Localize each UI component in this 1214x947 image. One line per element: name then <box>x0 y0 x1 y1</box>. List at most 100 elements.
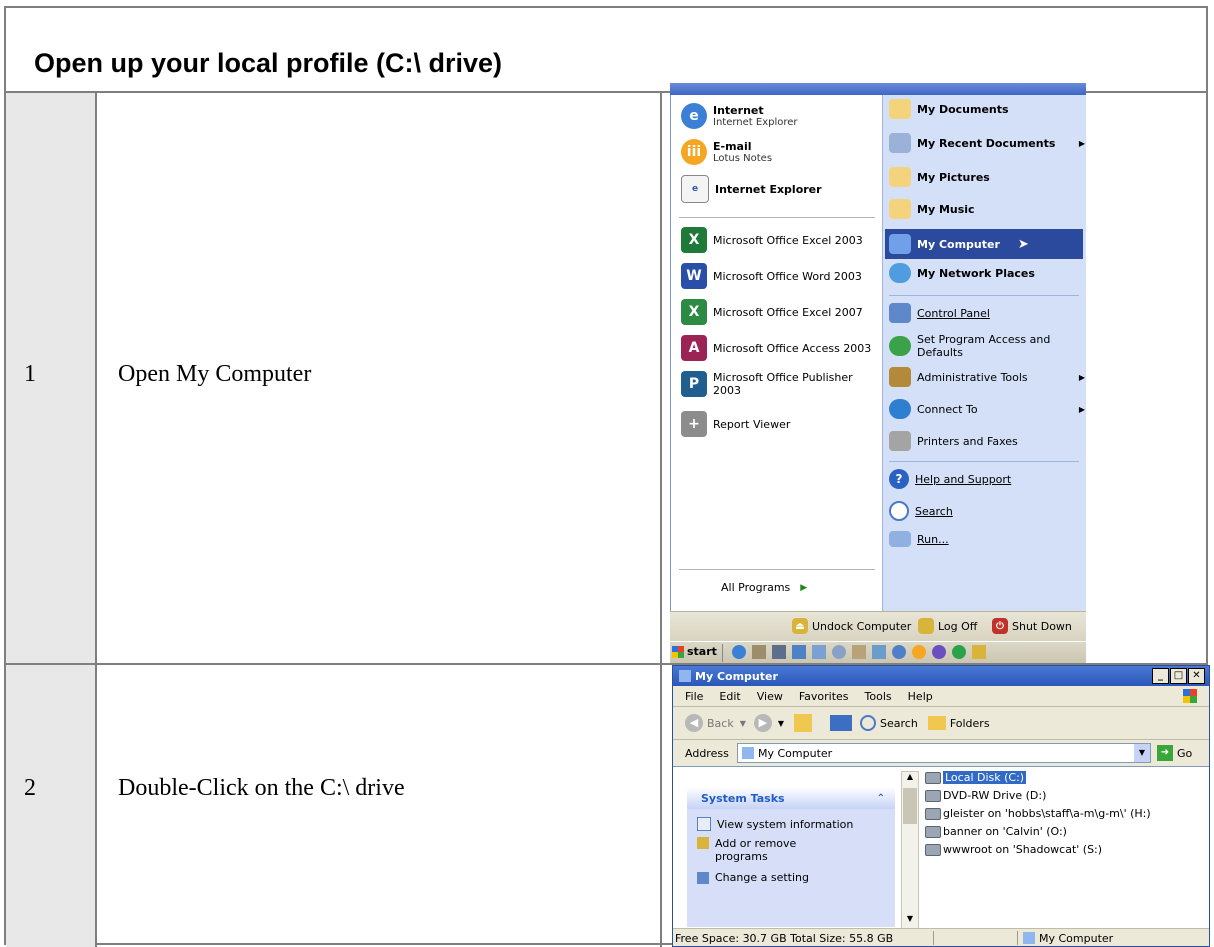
go-button[interactable]: ➜ Go <box>1157 745 1192 761</box>
pinned-internet[interactable]: e Internet Internet Explorer <box>681 103 798 129</box>
dropdown-arrow-icon[interactable]: ▼ <box>1134 744 1150 762</box>
menu-view[interactable]: View <box>757 690 783 703</box>
menu-control-panel[interactable]: Control Panel <box>889 303 990 323</box>
quick-launch-icon[interactable] <box>912 645 926 659</box>
quick-launch-icon[interactable] <box>872 645 886 659</box>
drive-network-h[interactable]: gleister on 'hobbs\staff\a-m\g-m\' (H:) <box>925 807 1151 820</box>
menu-set-program-access[interactable]: Set Program Access and Defaults <box>889 333 1079 359</box>
views-icon[interactable] <box>830 715 853 731</box>
task-change-setting[interactable]: Change a setting <box>697 871 809 884</box>
menu-my-computer[interactable]: My Computer ➤ <box>885 229 1083 259</box>
admin-tools-icon <box>889 367 911 387</box>
folder-icon <box>927 716 946 730</box>
excel-icon: X <box>681 299 707 325</box>
quick-launch-icon[interactable] <box>852 645 866 659</box>
undock-computer-button[interactable]: ⏏ Undock Computer <box>792 618 911 634</box>
menu-my-music[interactable]: My Music <box>889 199 975 219</box>
recent-report-viewer[interactable]: + Report Viewer <box>681 411 790 437</box>
menu-my-documents[interactable]: My Documents <box>889 99 1009 119</box>
menu-connect-to[interactable]: Connect To ▶ <box>889 399 1085 419</box>
all-programs-button[interactable]: All Programs ▶ <box>721 581 807 594</box>
back-button[interactable]: ◀ Back ▼ <box>685 714 746 732</box>
undock-label: Undock Computer <box>812 619 912 633</box>
folders-button[interactable]: Folders <box>927 716 990 730</box>
menu-file[interactable]: File <box>685 690 703 703</box>
start-menu-footer: ⏏ Undock Computer Log Off ⏻ Shut Down <box>670 611 1086 642</box>
quick-launch-icon[interactable] <box>972 645 986 659</box>
drive-network-o[interactable]: banner on 'Calvin' (O:) <box>925 825 1067 838</box>
scrollbar[interactable]: ▲ ▼ <box>901 771 919 929</box>
quick-launch-icon[interactable] <box>892 645 906 659</box>
cursor-arrow-icon: ➤ <box>1017 236 1029 252</box>
item-title: Microsoft Office Publisher 2003 <box>713 371 853 397</box>
pinned-email[interactable]: iii E-mail Lotus Notes <box>681 139 772 165</box>
collapse-icon[interactable]: ⌃ <box>877 793 885 804</box>
status-divider <box>933 931 934 945</box>
recent-excel-2003[interactable]: X Microsoft Office Excel 2003 <box>681 227 863 253</box>
menu-my-pictures[interactable]: My Pictures <box>889 167 990 187</box>
minimize-button[interactable]: _ <box>1152 668 1169 684</box>
pinned-internet-explorer[interactable]: e Internet Explorer <box>681 175 822 203</box>
search-button[interactable]: Search <box>860 715 918 731</box>
menu-printers-and-faxes[interactable]: Printers and Faxes <box>889 431 1018 451</box>
task-add-remove-programs[interactable]: Add or remove programs <box>697 837 825 863</box>
quick-launch-icon[interactable] <box>812 645 826 659</box>
scroll-up-icon[interactable]: ▲ <box>902 772 918 786</box>
system-tasks-header[interactable]: System Tasks ⌃ <box>687 787 895 809</box>
menu-help-and-support[interactable]: ? Help and Support <box>889 469 1011 489</box>
item-label: Printers and Faxes <box>917 434 1018 448</box>
start-menu-left-pane: e Internet Internet Explorer iii E-mail Lo… <box>670 95 883 611</box>
quick-launch-icon[interactable] <box>772 645 786 659</box>
control-panel-icon <box>889 303 911 323</box>
menu-my-recent-documents[interactable]: My Recent Documents ▶ <box>889 133 1085 153</box>
quick-launch-icon[interactable] <box>832 645 846 659</box>
publisher-icon: P <box>681 371 707 397</box>
start-button[interactable]: start <box>672 645 717 658</box>
item-label: Administrative Tools <box>917 370 1028 384</box>
drive-local-disk-c[interactable]: Local Disk (C:) <box>925 771 1027 784</box>
menu-administrative-tools[interactable]: Administrative Tools ▶ <box>889 367 1085 387</box>
menu-favorites[interactable]: Favorites <box>799 690 849 703</box>
folder-icon <box>889 99 911 119</box>
item-label: My Music <box>917 202 975 216</box>
recent-word-2003[interactable]: W Microsoft Office Word 2003 <box>681 263 862 289</box>
close-button[interactable]: ✕ <box>1188 668 1205 684</box>
address-input[interactable]: My Computer ▼ <box>737 743 1151 763</box>
menu-tools[interactable]: Tools <box>865 690 892 703</box>
recent-access-2003[interactable]: A Microsoft Office Access 2003 <box>681 335 871 361</box>
shut-down-button[interactable]: ⏻ Shut Down <box>992 618 1072 634</box>
window-title-bar[interactable]: My Computer _ □ ✕ <box>673 666 1209 686</box>
start-menu-screenshot: e Internet Internet Explorer iii E-mail Lo… <box>670 83 1086 663</box>
task-view-system-information[interactable]: View system information <box>697 817 853 831</box>
quick-launch-icon[interactable] <box>932 645 946 659</box>
recent-publisher-2003[interactable]: P Microsoft Office Publisher 2003 <box>681 371 877 397</box>
computer-icon <box>889 234 911 254</box>
drive-network-s[interactable]: wwwroot on 'Shadowcat' (S:) <box>925 843 1102 856</box>
recent-excel-2007[interactable]: X Microsoft Office Excel 2007 <box>681 299 863 325</box>
item-title: Internet Explorer <box>715 182 822 196</box>
recent-documents-icon <box>889 133 911 153</box>
forward-button[interactable]: ▶ <box>753 714 772 732</box>
menu-my-network-places[interactable]: My Network Places <box>889 263 1035 283</box>
log-off-button[interactable]: Log Off <box>918 618 977 634</box>
internet-explorer-page-icon: e <box>681 175 709 203</box>
up-folder-icon[interactable] <box>794 714 813 732</box>
quick-launch-icon[interactable] <box>952 645 966 659</box>
menu-run[interactable]: Run... <box>889 531 949 547</box>
back-arrow-icon: ◀ <box>685 714 703 732</box>
quick-launch-icon[interactable] <box>792 645 806 659</box>
drive-dvd-rw-d[interactable]: DVD-RW Drive (D:) <box>925 789 1046 802</box>
my-computer-window: My Computer _ □ ✕ File Edit View Favorit… <box>672 665 1210 947</box>
start-label: start <box>687 645 717 658</box>
scroll-down-icon[interactable]: ▼ <box>902 914 918 928</box>
item-title: Microsoft Office Access 2003 <box>713 341 872 355</box>
quick-launch-icon[interactable] <box>752 645 766 659</box>
menu-edit[interactable]: Edit <box>719 690 740 703</box>
quick-launch-icon[interactable] <box>732 645 746 659</box>
menu-search[interactable]: Search <box>889 501 953 521</box>
maximize-button[interactable]: □ <box>1170 668 1187 684</box>
item-subtitle: Lotus Notes <box>713 153 773 164</box>
menu-help[interactable]: Help <box>908 690 933 703</box>
scroll-thumb[interactable] <box>903 788 917 824</box>
start-menu-header <box>670 83 1086 95</box>
